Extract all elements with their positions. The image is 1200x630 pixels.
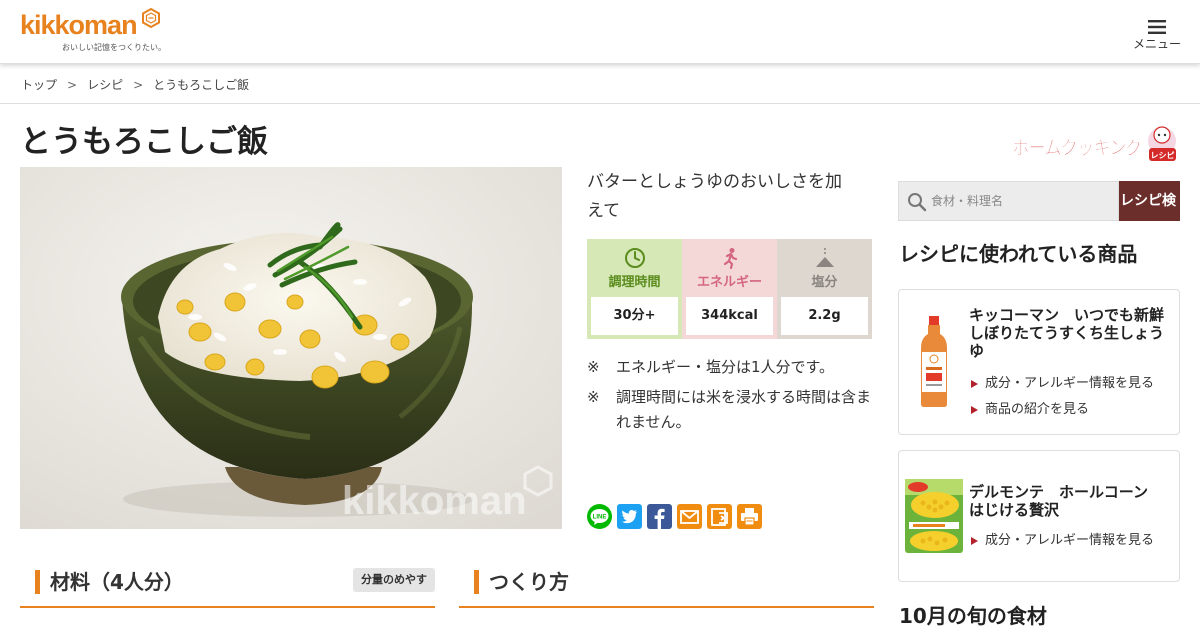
ingredients-heading: 材料（4人分） 分量のめやす — [20, 564, 435, 608]
recipe-photo: kikkoman — [20, 167, 562, 529]
energy-value: 344kcal — [686, 297, 773, 335]
product-intro-link[interactable]: 商品の紹介を見る — [971, 402, 1089, 418]
search-button[interactable]: レシピ検 — [1119, 181, 1180, 221]
allergy-info-link[interactable]: 成分・アレルギー情報を見る — [971, 533, 1154, 549]
breadcrumb: トップ > レシピ > とうもろこしご飯 — [21, 76, 249, 94]
ingredients-title: 材料（4人分） — [50, 570, 184, 594]
search-box — [898, 181, 1119, 221]
twitter-icon[interactable] — [617, 504, 642, 529]
running-person-icon — [723, 248, 738, 269]
steps-heading: つくり方 — [459, 564, 874, 608]
product-card[interactable]: キッコーマン いつでも新鮮 しぼりたてうすくち生しょうゆ 成分・アレルギー情報を… — [898, 289, 1180, 435]
svg-text:LINE: LINE — [593, 515, 607, 521]
hamburger-icon — [1148, 20, 1166, 34]
menu-button[interactable]: メニュー — [1132, 14, 1182, 56]
salt-value: 2.2g — [781, 297, 868, 335]
cooking-time-box: 調理時間 30分+ — [587, 239, 682, 339]
breadcrumb-recipe[interactable]: レシピ — [87, 78, 123, 92]
salt-box: 塩分 2.2g — [777, 239, 872, 339]
salt-label: 塩分 — [811, 275, 838, 290]
triangle-bullet-icon — [971, 380, 978, 388]
search-input[interactable] — [931, 182, 1115, 220]
energy-label: エネルギー — [696, 275, 762, 290]
breadcrumb-separator: > — [133, 78, 144, 92]
svg-text:レシピ: レシピ — [1151, 150, 1175, 160]
heading-accent-bar — [35, 570, 40, 594]
heading-accent-bar — [474, 570, 479, 594]
soy-sauce-bottle-image — [921, 316, 947, 407]
triangle-bullet-icon — [971, 537, 978, 545]
logo-hexagon-icon — [142, 8, 160, 28]
allergy-info-link[interactable]: 成分・アレルギー情報を見る — [971, 376, 1154, 392]
kikkoman-logo[interactable]: kikkoman おいしい記憶をつくりたい。 — [20, 8, 170, 56]
clock-icon — [625, 248, 645, 268]
line-icon[interactable]: LINE — [587, 504, 612, 529]
product-card[interactable]: デルモンテ ホールコーン はじける贅沢 成分・アレルギー情報を見る — [898, 450, 1180, 582]
menu-label: メニュー — [1132, 37, 1181, 51]
recipe-search: レシピ検 — [898, 181, 1180, 221]
recipe-info-panel: 調理時間 30分+ エネルギー 344kcal 塩分 2.2g — [587, 239, 872, 339]
cooking-time-label: 調理時間 — [608, 275, 661, 290]
amount-guide-button[interactable]: 分量のめやす — [353, 568, 435, 592]
note-item: ※ 調理時間には米を浸水する時間は含まれません。 — [587, 388, 872, 431]
recipe-description: バターとしょうゆのおいしさを加えて — [587, 172, 842, 221]
breadcrumb-current: とうもろこしご飯 — [153, 78, 250, 92]
product-name[interactable]: デルモンテ ホールコーン はじける贅沢 — [969, 483, 1169, 519]
steps-title: つくり方 — [489, 570, 569, 594]
site-header: kikkoman おいしい記憶をつくりたい。 メニュー — [0, 0, 1200, 64]
seasonal-heading: 10月の旬の食材 — [899, 604, 1047, 628]
salt-pile-icon — [816, 248, 834, 267]
note-item: ※ エネルギー・塩分は1人分です。 — [587, 358, 835, 376]
triangle-bullet-icon — [971, 406, 978, 414]
photo-watermark: kikkoman — [342, 479, 527, 523]
corn-pack-image — [905, 479, 963, 553]
breadcrumb-top[interactable]: トップ — [21, 78, 57, 92]
cooking-time-value: 30分+ — [591, 297, 678, 335]
search-icon — [908, 193, 927, 212]
recipe-notes: ※ エネルギー・塩分は1人分です。 ※ 調理時間には米を浸水する時間は含まれません。 — [587, 355, 877, 440]
facebook-icon[interactable] — [647, 504, 672, 529]
breadcrumb-separator: > — [67, 78, 78, 92]
energy-box: エネルギー 344kcal — [682, 239, 777, 339]
page-title: とうもろこしご飯 — [20, 124, 268, 160]
mail-icon[interactable] — [677, 504, 702, 529]
product-name[interactable]: キッコーマン いつでも新鮮 しぼりたてうすくち生しょうゆ — [969, 306, 1179, 360]
print-icon[interactable] — [737, 504, 762, 529]
products-heading: レシピに使われている商品 — [899, 242, 1138, 266]
breadcrumb-divider — [0, 103, 1200, 104]
logo-wordmark: kikkoman — [20, 10, 138, 40]
home-cooking-logo[interactable]: ホームクッキング レシピ — [1012, 124, 1182, 166]
bookmark-icon[interactable] — [707, 504, 732, 529]
svg-text:ホームクッキング: ホームクッキング — [1012, 136, 1143, 159]
logo-tagline: おいしい記憶をつくりたい。 — [62, 43, 166, 52]
